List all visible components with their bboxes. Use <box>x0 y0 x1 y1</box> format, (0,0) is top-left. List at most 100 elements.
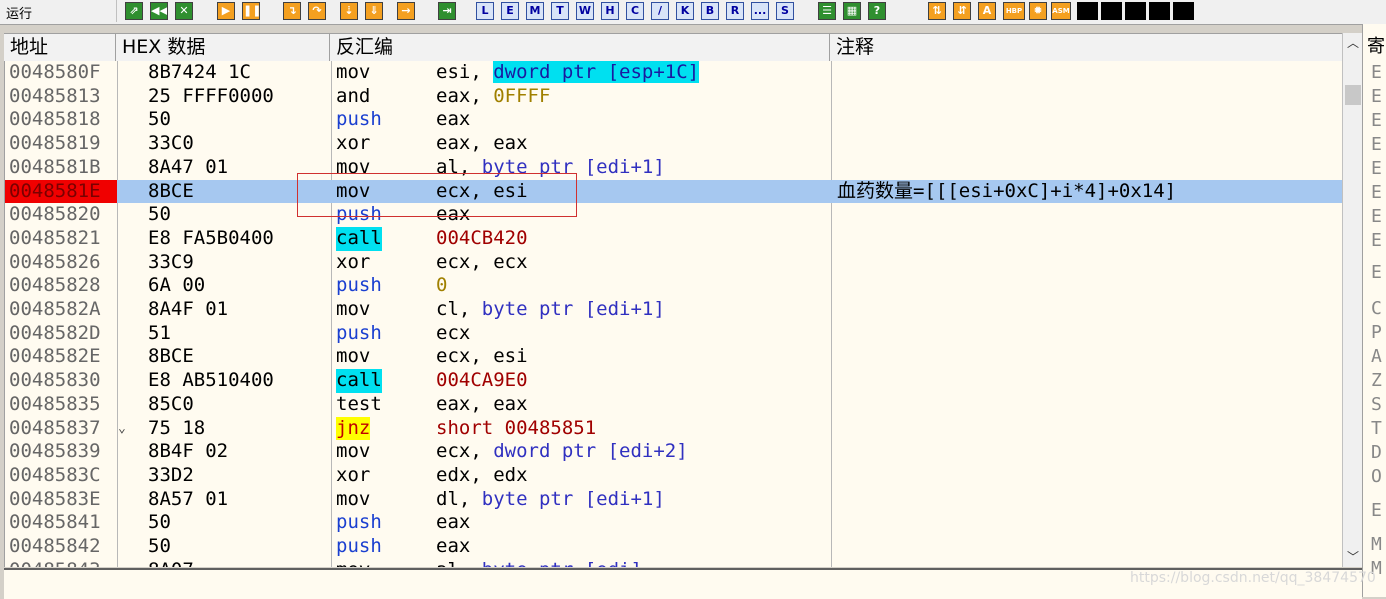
table-row[interactable]: 0048580F 8B7424 1C mov esi, dword ptr [esp+… <box>5 61 1343 85</box>
row-operands: 004CB420 <box>436 227 528 251</box>
letter-button-6[interactable]: H <box>601 2 619 20</box>
letter-button-1[interactable]: L <box>476 2 494 20</box>
letter-button-13[interactable]: S <box>776 2 794 20</box>
table-row[interactable]: 00485842 50 push eax <box>5 535 1343 559</box>
table-row[interactable]: 0048583C 33D2 xor edx, edx <box>5 464 1343 488</box>
letter-button-10[interactable]: B <box>701 2 719 20</box>
letter-button-2[interactable]: E <box>501 2 519 20</box>
hbp-button[interactable]: HBP <box>1003 2 1025 20</box>
open-icon[interactable]: ⇗ <box>125 2 143 20</box>
table-row[interactable]: 00485821 E8 FA5B0400 call 004CB420 <box>5 226 1343 251</box>
asm-button[interactable]: ASM <box>1051 2 1071 20</box>
table-row[interactable]: 00485830 E8 AB510400 call 004CA9E0 <box>5 369 1343 393</box>
plugin-icon-3[interactable]: A <box>978 2 996 20</box>
goto-icon[interactable]: ⇥ <box>438 2 456 20</box>
row-hex: 8A47 01 <box>148 155 229 178</box>
operand-register: ecx, ecx <box>436 250 528 273</box>
blank-button-3[interactable] <box>1125 2 1146 20</box>
operand-value: 004CA9E0 <box>436 369 528 392</box>
row-hex: 85C0 <box>148 392 194 415</box>
scroll-up-icon[interactable]: ︿ <box>1343 33 1363 53</box>
table-row[interactable]: 0048582D 51 push ecx <box>5 322 1343 346</box>
letter-button-7[interactable]: C <box>626 2 644 20</box>
row-operands: eax <box>436 535 470 559</box>
registers-pane[interactable]: 寄 EEEEEEEEECPAZSTDOEMM <box>1362 24 1386 597</box>
blank-button-4[interactable] <box>1149 2 1170 20</box>
table-row[interactable]: 00485826 33C9 xor ecx, ecx <box>5 251 1343 275</box>
row-hex: 50 <box>148 535 171 557</box>
row-operands: esi, dword ptr [esp+1C] <box>436 61 700 85</box>
register-label: S <box>1371 394 1382 415</box>
trace-into-icon[interactable]: ⇣ <box>340 2 358 20</box>
row-operands: al, byte ptr [edi] <box>436 559 642 567</box>
table-row[interactable]: 0048581B 8A47 01 mov al, byte ptr [edi+1] <box>5 156 1343 180</box>
table-row[interactable]: 00485837 ⌄ 75 18 jnz short 00485851 <box>5 416 1343 441</box>
row-hex: 8B4F 02 <box>148 440 229 463</box>
register-label: E <box>1371 500 1382 521</box>
blank-button-2[interactable] <box>1101 2 1122 20</box>
pause-icon[interactable]: ❚❚ <box>242 2 260 20</box>
comment-column-header[interactable]: 注释 <box>830 34 1362 61</box>
row-hex: 8B7424 1C <box>148 61 251 83</box>
letter-button-12[interactable]: ... <box>751 2 769 20</box>
operand-value: 0FFFF <box>493 84 551 107</box>
letter-button-8[interactable]: / <box>651 2 669 20</box>
scroll-down-icon[interactable]: ﹀ <box>1343 547 1363 567</box>
table-row[interactable]: 00485818 50 push eax <box>5 108 1343 132</box>
disassembly-listing[interactable]: 0048580F 8B7424 1C mov esi, dword ptr [esp+… <box>4 61 1343 567</box>
table-row[interactable]: 00485828 6A 00 push 0 <box>5 274 1343 298</box>
jump-arrow-icon: ⌄ <box>118 420 126 436</box>
letter-button-11[interactable]: R <box>726 2 744 20</box>
row-address: 0048580F <box>9 61 101 83</box>
row-operands: eax, 0FFFF <box>436 85 550 109</box>
row-hex: 33C0 <box>148 132 194 155</box>
trace-over-icon[interactable]: ⇓ <box>365 2 383 20</box>
plugin-icon-1[interactable]: ⇅ <box>928 2 946 20</box>
scroll-thumb[interactable] <box>1345 85 1361 105</box>
grid-icon[interactable]: ▦ <box>843 2 861 20</box>
row-mnemonic: mov <box>336 440 371 463</box>
table-row[interactable]: 00485835 85C0 test eax, eax <box>5 393 1343 417</box>
letter-button-4[interactable]: T <box>551 2 569 20</box>
operand-register: dl, <box>436 487 482 510</box>
row-address: 00485830 <box>9 369 101 392</box>
table-row[interactable]: 00485843 8A07 mov al, byte ptr [edi] <box>5 559 1343 567</box>
list-icon[interactable]: ☰ <box>818 2 836 20</box>
table-row[interactable]: 00485820 50 push eax <box>5 203 1343 227</box>
column-header: 地址 HEX 数据 反汇编 注释 <box>4 33 1362 62</box>
execute-till-return-icon[interactable]: → <box>397 2 415 20</box>
run-icon[interactable]: ▶ <box>217 2 235 20</box>
register-label: E <box>1371 86 1382 107</box>
letter-button-5[interactable]: W <box>576 2 594 20</box>
address-column-header[interactable]: 地址 <box>4 34 116 61</box>
letter-button-3[interactable]: M <box>526 2 544 20</box>
register-label: E <box>1371 110 1382 131</box>
plugin-icon-2[interactable]: ⇵ <box>953 2 971 20</box>
letter-button-9[interactable]: K <box>676 2 694 20</box>
row-hex: 25 FFFF0000 <box>148 84 274 107</box>
row-operands: 0 <box>436 274 447 298</box>
blank-button-5[interactable] <box>1173 2 1194 20</box>
rewind-icon[interactable]: ◀◀ <box>150 2 168 20</box>
table-row[interactable]: 00485841 50 push eax <box>5 511 1343 535</box>
disassembly-column-header[interactable]: 反汇编 <box>330 34 830 61</box>
step-into-icon[interactable]: ↴ <box>283 2 301 20</box>
help-icon[interactable]: ? <box>868 2 886 20</box>
table-row[interactable]: 0048583E 8A57 01 mov dl, byte ptr [edi+1] <box>5 488 1343 512</box>
plugin-icon-4[interactable]: ✹ <box>1029 2 1047 20</box>
table-row[interactable]: 0048582E 8BCE mov ecx, esi <box>5 345 1343 369</box>
row-mnemonic: push <box>336 535 382 557</box>
hex-column-header[interactable]: HEX 数据 <box>116 34 330 61</box>
row-operands: edx, edx <box>436 464 528 488</box>
table-row[interactable]: 0048581E 8BCE mov ecx, esi 血药数量=[[[esi+0xC]+… <box>5 179 1343 204</box>
blank-button-1[interactable] <box>1077 2 1098 20</box>
table-row[interactable]: 0048582A 8A4F 01 mov cl, byte ptr [edi+1] <box>5 298 1343 322</box>
table-row[interactable]: 00485819 33C0 xor eax, eax <box>5 132 1343 156</box>
step-over-icon[interactable]: ↷ <box>308 2 326 20</box>
close-icon[interactable]: ✕ <box>175 2 193 20</box>
vertical-scrollbar[interactable]: ︿ ﹀ <box>1342 33 1363 567</box>
operand-register: edx, edx <box>436 463 528 486</box>
table-row[interactable]: 00485839 8B4F 02 mov ecx, dword ptr [edi+2] <box>5 440 1343 464</box>
register-label: Z <box>1371 370 1382 391</box>
table-row[interactable]: 00485813 25 FFFF0000 and eax, 0FFFF <box>5 85 1343 109</box>
